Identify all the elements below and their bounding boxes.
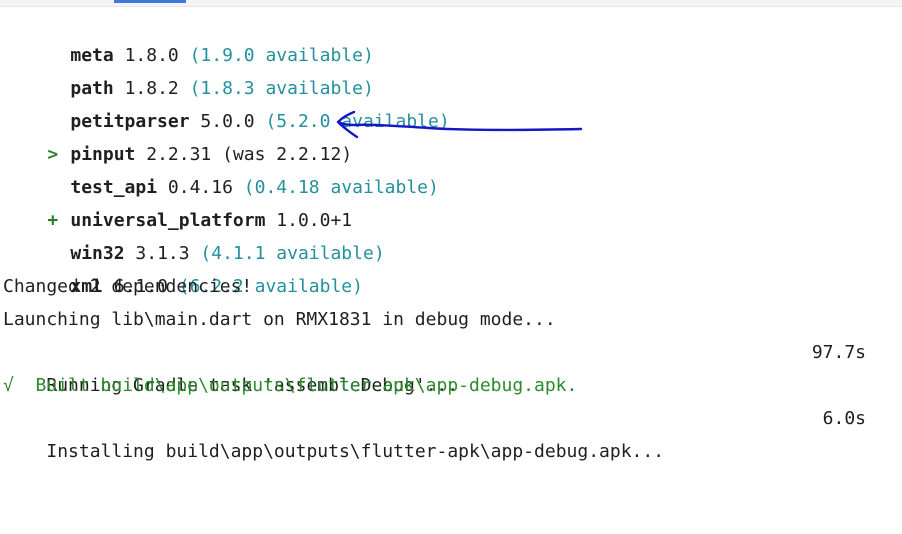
- dependency-line: meta 1.8.0 (1.9.0 available): [0, 6, 902, 66]
- dependency-line-added: + universal_platform 1.0.0+1: [0, 171, 902, 231]
- annotation-arrow-stroke: [336, 110, 583, 139]
- changed-dependencies-message: Changed 2 dependencies!: [3, 276, 253, 297]
- dependency-line: xml 6.1.0 (6.2.2 available): [0, 237, 902, 297]
- dependency-line: test_api 0.4.16 (0.4.18 available): [0, 138, 902, 198]
- gradle-task-duration: 97.7s: [811, 342, 866, 363]
- install-duration: 6.0s: [822, 408, 866, 429]
- active-tab-indicator: [114, 0, 186, 3]
- dependency-line: path 1.8.2 (1.8.3 available): [0, 39, 902, 99]
- annotation-arrow: [336, 110, 583, 139]
- installing-line: Installing build\app\outputs\flutter-apk…: [0, 402, 902, 462]
- launching-message: Launching lib\main.dart on RMX1831 in de…: [3, 309, 556, 330]
- dependency-line: petitparser 5.0.0 (5.2.0 available): [0, 72, 902, 132]
- dependency-line: win32 3.1.3 (4.1.1 available): [0, 204, 902, 264]
- gradle-task-line: Running Gradle task 'assembleDebug'... 9…: [0, 336, 902, 396]
- run-console-output[interactable]: meta 1.8.0 (1.9.0 available) path 1.8.2 …: [0, 6, 902, 462]
- installing-message: Installing build\app\outputs\flutter-apk…: [46, 441, 665, 462]
- build-success-message: √ Built build\app\outputs\flutter-apk\ap…: [3, 375, 578, 396]
